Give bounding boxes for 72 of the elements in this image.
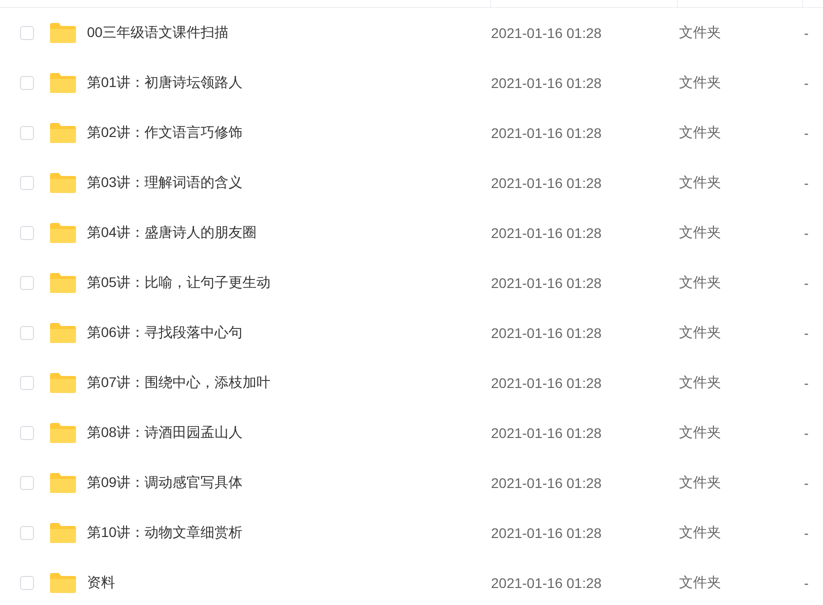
checkbox[interactable] <box>20 176 34 190</box>
folder-icon <box>50 323 76 343</box>
checkbox[interactable] <box>20 226 34 240</box>
modified-date: 2021-01-16 01:28 <box>491 225 603 241</box>
file-name[interactable]: 第06讲：寻找段落中心句 <box>87 324 491 342</box>
checkbox[interactable] <box>20 76 34 90</box>
file-type: 文件夹 <box>679 24 722 42</box>
file-type: 文件夹 <box>679 224 722 242</box>
modified-date: 2021-01-16 01:28 <box>491 525 603 541</box>
folder-icon <box>50 173 76 193</box>
checkbox[interactable] <box>20 326 34 340</box>
folder-icon <box>50 23 76 43</box>
folder-icon <box>50 573 76 593</box>
file-size: - <box>804 125 809 141</box>
checkbox[interactable] <box>20 26 34 40</box>
file-name[interactable]: 第08讲：诗酒田园孟山人 <box>87 424 491 442</box>
file-type: 文件夹 <box>679 574 722 592</box>
file-size: - <box>804 225 809 241</box>
checkbox[interactable] <box>20 376 34 390</box>
file-name[interactable]: 第02讲：作文语言巧修饰 <box>87 124 491 142</box>
file-type: 文件夹 <box>679 524 722 542</box>
folder-icon <box>50 373 76 393</box>
checkbox[interactable] <box>20 576 34 590</box>
modified-date: 2021-01-16 01:28 <box>491 475 603 491</box>
modified-date: 2021-01-16 01:28 <box>491 375 603 391</box>
modified-date: 2021-01-16 01:28 <box>491 425 603 441</box>
file-size: - <box>804 275 809 291</box>
file-name[interactable]: 第09讲：调动感官写具体 <box>87 474 491 492</box>
folder-icon <box>50 273 76 293</box>
file-size: - <box>804 75 809 91</box>
checkbox[interactable] <box>20 426 34 440</box>
file-type: 文件夹 <box>679 474 722 492</box>
file-size: - <box>804 325 809 341</box>
file-type: 文件夹 <box>679 174 722 192</box>
file-type: 文件夹 <box>679 74 722 92</box>
checkbox[interactable] <box>20 526 34 540</box>
modified-date: 2021-01-16 01:28 <box>491 125 603 141</box>
checkbox[interactable] <box>20 126 34 140</box>
file-name[interactable]: 第03讲：理解词语的含义 <box>87 174 491 192</box>
folder-icon <box>50 73 76 93</box>
folder-icon <box>50 423 76 443</box>
modified-date: 2021-01-16 01:28 <box>491 325 603 341</box>
file-type: 文件夹 <box>679 424 722 442</box>
file-name[interactable]: 第01讲：初唐诗坛领路人 <box>87 74 491 92</box>
file-name[interactable]: 第07讲：围绕中心，添枝加叶 <box>87 374 491 392</box>
file-name[interactable]: 资料 <box>87 574 491 592</box>
file-name[interactable]: 第10讲：动物文章细赏析 <box>87 524 491 542</box>
checkbox[interactable] <box>20 476 34 490</box>
modified-date: 2021-01-16 01:28 <box>491 25 603 41</box>
file-type: 文件夹 <box>679 374 722 392</box>
folder-icon <box>50 223 76 243</box>
file-name[interactable]: 00三年级语文课件扫描 <box>87 24 491 42</box>
file-type: 文件夹 <box>679 124 722 142</box>
file-size: - <box>804 575 809 591</box>
modified-date: 2021-01-16 01:28 <box>491 275 603 291</box>
checkbox[interactable] <box>20 276 34 290</box>
modified-date: 2021-01-16 01:28 <box>491 75 603 91</box>
file-size: - <box>804 175 809 191</box>
file-name[interactable]: 第04讲：盛唐诗人的朋友圈 <box>87 224 491 242</box>
file-size: - <box>804 425 809 441</box>
file-size: - <box>804 25 809 41</box>
folder-icon <box>50 123 76 143</box>
file-type: 文件夹 <box>679 274 722 292</box>
file-name[interactable]: 第05讲：比喻，让句子更生动 <box>87 274 491 292</box>
file-size: - <box>804 525 809 541</box>
modified-date: 2021-01-16 01:28 <box>491 575 603 591</box>
folder-icon <box>50 473 76 493</box>
modified-date: 2021-01-16 01:28 <box>491 175 603 191</box>
file-type: 文件夹 <box>679 324 722 342</box>
file-size: - <box>804 475 809 491</box>
folder-icon <box>50 523 76 543</box>
file-size: - <box>804 375 809 391</box>
